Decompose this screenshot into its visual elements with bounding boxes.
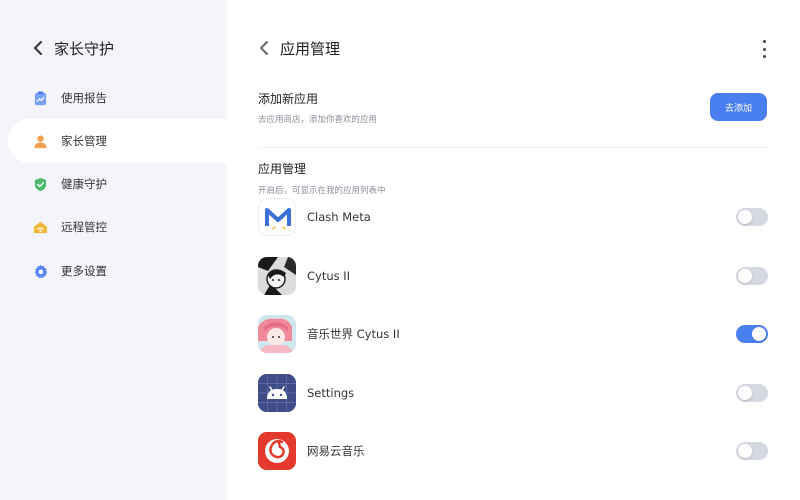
report-icon [34, 90, 47, 105]
sidebar-item-remote-control[interactable]: 远程管控 [8, 205, 226, 249]
divider [258, 147, 768, 148]
remote-icon [33, 221, 48, 233]
back-chevron-icon[interactable] [32, 40, 44, 56]
app-name: Cytus II [307, 269, 351, 283]
sidebar-item-usage-report[interactable]: 使用报告 [8, 76, 226, 120]
more-options-icon[interactable] [758, 38, 770, 60]
add-app-button[interactable]: 去添加 [710, 93, 767, 121]
sidebar-header[interactable]: 家长守护 [32, 36, 114, 60]
sidebar-item-health-guard[interactable]: 健康守护 [8, 162, 226, 206]
shield-check-icon [34, 177, 47, 191]
user-icon [34, 135, 47, 148]
sidebar: 家长守护 使用报告 家长管理 健康守护 远程管控 更多设置 [0, 0, 226, 500]
page-title: 应用管理 [280, 39, 341, 58]
sidebar-item-parent-management[interactable]: 家长管理 [8, 119, 226, 163]
app-name: 网易云音乐 [307, 444, 365, 458]
app-row-clash-meta: Clash Meta [258, 197, 768, 237]
sidebar-item-label: 更多设置 [61, 264, 107, 278]
app-toggle[interactable] [736, 325, 768, 343]
sidebar-item-label: 健康守护 [61, 177, 107, 191]
app-row-settings: Settings [258, 373, 768, 413]
app-toggle[interactable] [736, 384, 768, 402]
app-row-cytus-cn: 音乐世界 Cytus II [258, 314, 768, 354]
netease-music-icon [258, 432, 296, 470]
gear-icon [34, 264, 48, 278]
sidebar-title: 家长守护 [54, 39, 115, 58]
app-name: 音乐世界 Cytus II [307, 327, 400, 341]
android-settings-icon [258, 374, 296, 412]
clash-meta-icon [258, 198, 296, 236]
app-management-subtitle: 开启后，可显示在我的应用列表中 [258, 186, 386, 196]
app-management-title: 应用管理 [258, 162, 307, 176]
add-app-title: 添加新应用 [258, 92, 319, 106]
add-app-subtitle: 去应用商店，添加你喜欢的应用 [258, 115, 378, 125]
app-name: Clash Meta [307, 210, 371, 224]
app-toggle[interactable] [736, 267, 768, 285]
sidebar-item-label: 远程管控 [61, 220, 107, 234]
app-toggle[interactable] [736, 208, 768, 226]
sidebar-item-label: 使用报告 [61, 91, 107, 105]
cytus-icon [258, 257, 296, 295]
app-row-cytus: Cytus II [258, 256, 768, 296]
app-name: Settings [307, 386, 355, 400]
sidebar-item-label: 家长管理 [61, 134, 107, 148]
back-chevron-icon[interactable] [258, 40, 270, 56]
app-row-netease-music: 网易云音乐 [258, 431, 768, 471]
cytus-cn-icon [258, 315, 296, 353]
sidebar-item-more-settings[interactable]: 更多设置 [8, 249, 226, 293]
main-header[interactable]: 应用管理 [258, 36, 340, 60]
app-toggle[interactable] [736, 442, 768, 460]
